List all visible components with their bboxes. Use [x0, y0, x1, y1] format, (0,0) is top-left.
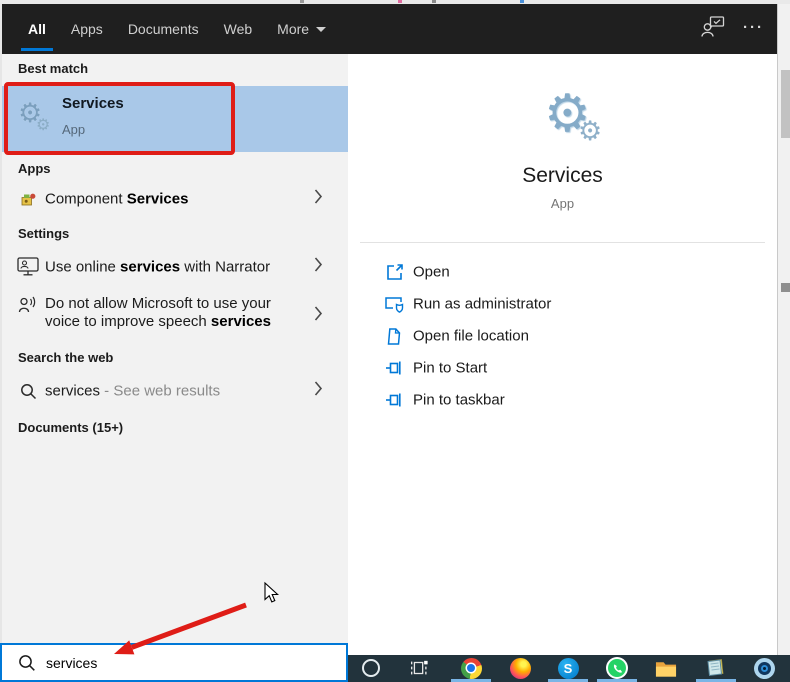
screen-edge-line [0, 4, 2, 643]
search-tab-bar: All Apps Documents Web More ··· [0, 4, 777, 54]
search-results-panel: Best match ⚙ ⚙ Services App Apps Componen… [0, 54, 348, 643]
voice-privacy-icon [16, 294, 40, 318]
scrollbar-mark [781, 283, 790, 292]
skype-icon[interactable]: S [557, 657, 579, 679]
notepad-icon[interactable] [704, 657, 726, 679]
preview-app-title: Services [522, 164, 603, 187]
task-view-icon[interactable] [408, 657, 430, 679]
search-icon [16, 379, 40, 403]
open-icon [384, 262, 404, 282]
file-explorer-icon[interactable] [655, 657, 677, 679]
list-item-component-services[interactable]: Component Services [0, 184, 348, 214]
windows-taskbar: S [348, 655, 790, 682]
action-open[interactable]: Open [348, 256, 768, 288]
taskbar-search-box[interactable] [0, 643, 348, 682]
narrator-icon [16, 255, 40, 279]
chrome-icon[interactable] [460, 657, 482, 679]
tab-all[interactable]: All [21, 4, 53, 54]
action-pin-to-start[interactable]: Pin to Start [348, 352, 768, 384]
file-location-icon [384, 326, 404, 346]
scrollbar-thumb[interactable] [781, 70, 790, 138]
background-speck [520, 0, 524, 3]
list-item-label: Do not allow Microsoft to use your voice… [45, 295, 271, 330]
section-header-settings: Settings [18, 226, 70, 241]
chevron-right-icon[interactable] [314, 306, 323, 327]
action-label: Open [413, 263, 450, 281]
firefox-icon[interactable] [509, 657, 531, 679]
tab-documents[interactable]: Documents [128, 4, 199, 54]
list-item-label: Use online services with Narrator [45, 258, 271, 276]
action-label: Pin to taskbar [413, 391, 505, 409]
search-input[interactable] [44, 645, 334, 680]
component-services-icon [16, 187, 40, 211]
run-as-admin-icon [384, 294, 404, 314]
chevron-right-icon[interactable] [314, 257, 323, 278]
section-header-apps: Apps [18, 161, 51, 176]
tab-apps[interactable]: Apps [71, 4, 103, 54]
action-label: Open file location [413, 327, 529, 345]
tab-web[interactable]: Web [224, 4, 253, 54]
search-tabs: All Apps Documents Web More [0, 4, 327, 54]
account-feedback-icon[interactable] [701, 15, 725, 43]
action-run-as-administrator[interactable]: Run as administrator [348, 288, 768, 320]
list-item-speech-privacy-setting[interactable]: Do not allow Microsoft to use your voice… [0, 294, 348, 338]
more-options-icon[interactable]: ··· [743, 20, 764, 39]
chevron-right-icon[interactable] [314, 189, 323, 210]
list-item-label: Component Services [45, 190, 189, 208]
background-speck [398, 0, 402, 3]
action-label: Run as administrator [413, 295, 552, 313]
list-item-label: services - See web results [45, 382, 221, 400]
background-speck [300, 0, 304, 3]
pin-icon [384, 358, 404, 378]
services-gears-icon-large: ⚙ ⚙ [544, 85, 603, 146]
section-header-best-match: Best match [18, 61, 89, 76]
background-speck [432, 0, 436, 3]
chevron-right-icon[interactable] [314, 381, 323, 402]
section-header-documents[interactable]: Documents (15+) [18, 420, 123, 435]
list-item-web-search[interactable]: services - See web results [0, 376, 348, 406]
chevron-down-icon [316, 26, 327, 32]
cortana-icon[interactable] [360, 657, 382, 679]
preview-app-subtitle: App [550, 196, 575, 211]
search-icon [18, 654, 36, 677]
whatsapp-icon[interactable] [606, 657, 628, 679]
action-label: Pin to Start [413, 359, 488, 377]
action-pin-to-taskbar[interactable]: Pin to taskbar [348, 384, 768, 416]
action-open-file-location[interactable]: Open file location [348, 320, 768, 352]
recorder-app-icon[interactable] [753, 657, 775, 679]
section-header-search-the-web: Search the web [18, 350, 114, 365]
windows-search-flyout: All Apps Documents Web More ··· Best mat… [0, 0, 790, 682]
background-window-strip [777, 4, 790, 655]
annotation-red-rectangle [4, 82, 235, 155]
tab-more[interactable]: More [277, 4, 327, 54]
list-item-narrator-setting[interactable]: Use online services with Narrator [0, 252, 348, 282]
preview-divider [360, 242, 765, 243]
result-preview-panel: ⚙ ⚙ Services App Open Run as administrat… [348, 54, 777, 655]
pin-icon [384, 390, 404, 410]
